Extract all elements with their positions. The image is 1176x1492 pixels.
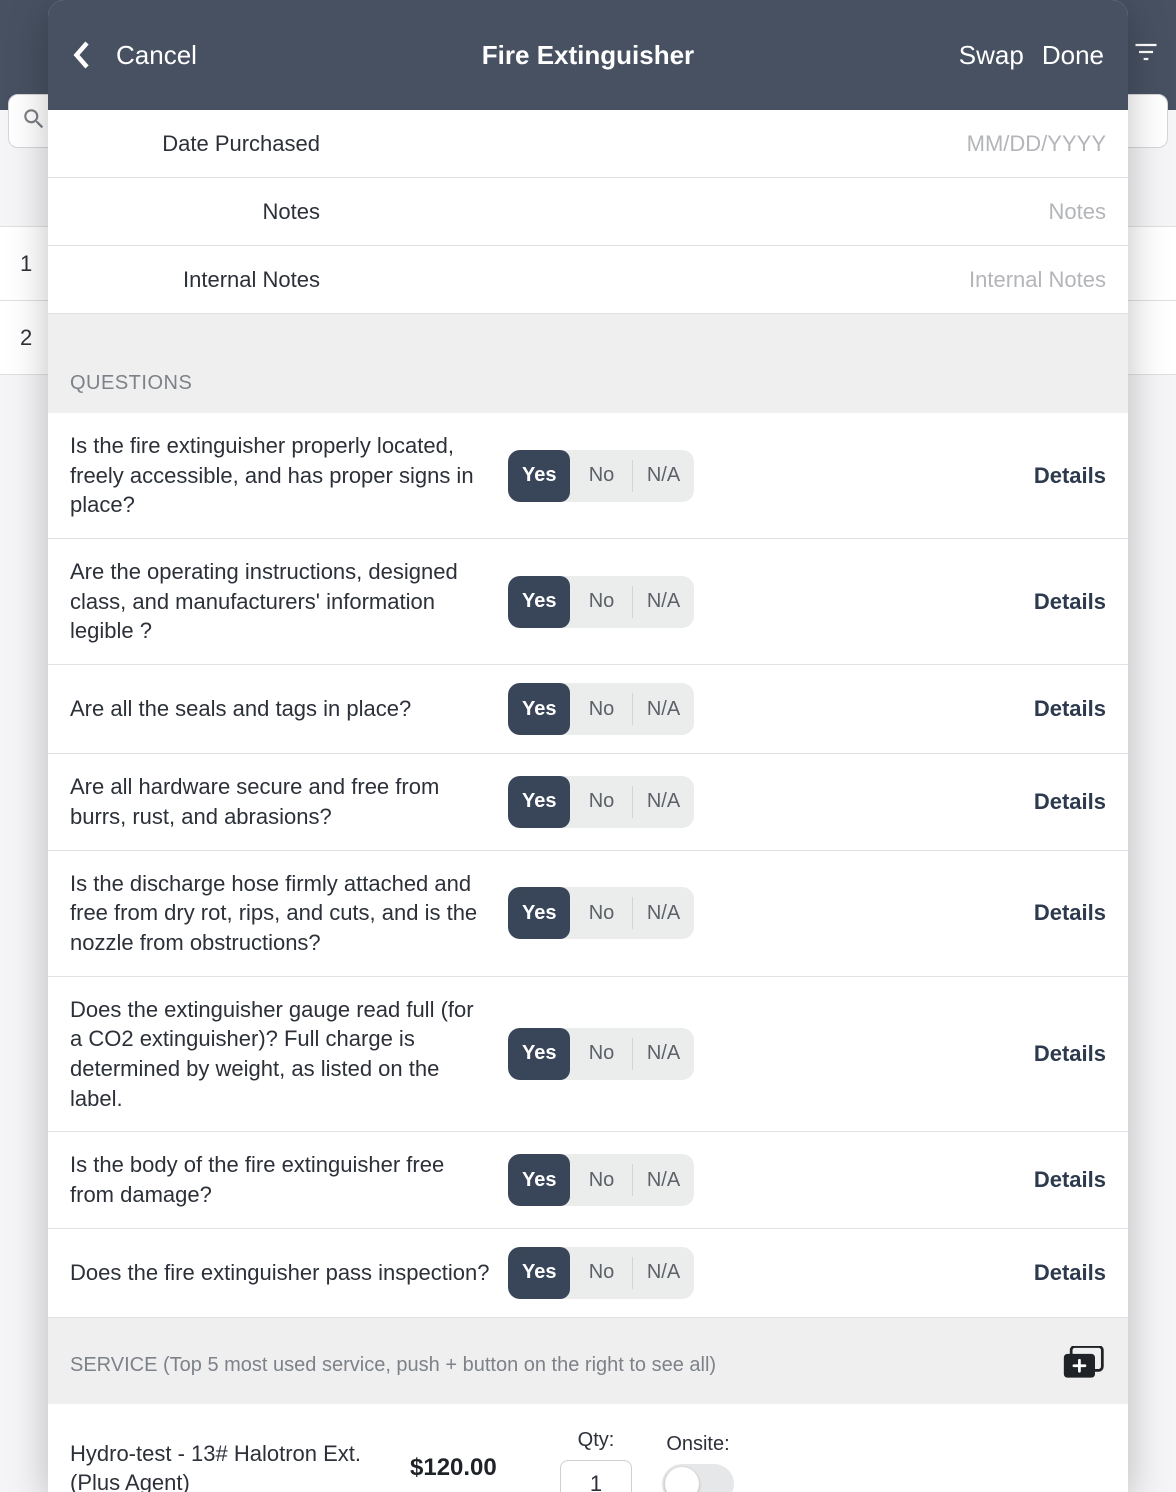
qty-input[interactable]	[560, 1460, 632, 1492]
add-service-button[interactable]	[1062, 1346, 1106, 1386]
details-button[interactable]: Details	[1034, 1260, 1106, 1286]
cancel-button[interactable]: Cancel	[116, 40, 197, 71]
service-header: SERVICE (Top 5 most used service, push +…	[70, 1354, 716, 1377]
question-text: Is the fire extinguisher properly locate…	[70, 431, 490, 520]
details-button[interactable]: Details	[1034, 463, 1106, 489]
answer-na[interactable]: N/A	[632, 450, 694, 502]
question-text: Does the extinguisher gauge read full (f…	[70, 995, 490, 1114]
answer-segment: YesNoN/A	[508, 1247, 694, 1299]
question-row: Are the operating instructions, designed…	[48, 539, 1128, 665]
field-placeholder: Internal Notes	[328, 267, 1106, 293]
answer-segment: YesNoN/A	[508, 1154, 694, 1206]
field-row[interactable]: NotesNotes	[48, 178, 1128, 246]
answer-segment: YesNoN/A	[508, 450, 694, 502]
field-label: Internal Notes	[48, 267, 328, 293]
service-price: $120.00	[410, 1454, 530, 1482]
answer-yes[interactable]: Yes	[508, 1247, 570, 1299]
modal-fire-extinguisher: Cancel Fire Extinguisher Swap Done Date …	[48, 0, 1128, 1492]
modal-header: Cancel Fire Extinguisher Swap Done	[48, 0, 1128, 110]
questions-list: Is the fire extinguisher properly locate…	[48, 413, 1128, 1318]
field-label: Date Purchased	[48, 131, 328, 157]
answer-segment: YesNoN/A	[508, 776, 694, 828]
answer-na[interactable]: N/A	[632, 576, 694, 628]
question-text: Is the body of the fire extinguisher fre…	[70, 1150, 490, 1209]
field-row[interactable]: Date PurchasedMM/DD/YYYY	[48, 110, 1128, 178]
answer-segment: YesNoN/A	[508, 683, 694, 735]
answer-segment: YesNoN/A	[508, 1028, 694, 1080]
answer-na[interactable]: N/A	[632, 683, 694, 735]
answer-yes[interactable]: Yes	[508, 776, 570, 828]
chevron-left-icon	[72, 40, 90, 70]
question-row: Does the extinguisher gauge read full (f…	[48, 977, 1128, 1133]
answer-no[interactable]: No	[570, 887, 632, 939]
question-row: Is the body of the fire extinguisher fre…	[48, 1132, 1128, 1228]
search-icon	[21, 106, 47, 137]
question-row: Are all hardware secure and free from bu…	[48, 754, 1128, 850]
details-button[interactable]: Details	[1034, 589, 1106, 615]
answer-na[interactable]: N/A	[632, 887, 694, 939]
answer-no[interactable]: No	[570, 576, 632, 628]
toggle-knob	[665, 1467, 699, 1492]
answer-segment: YesNoN/A	[508, 576, 694, 628]
answer-na[interactable]: N/A	[632, 1028, 694, 1080]
answer-no[interactable]: No	[570, 1247, 632, 1299]
answer-yes[interactable]: Yes	[508, 576, 570, 628]
question-text: Does the fire extinguisher pass inspecti…	[70, 1258, 490, 1288]
questions-header: QUESTIONS	[48, 314, 1128, 413]
details-button[interactable]: Details	[1034, 1041, 1106, 1067]
question-text: Are all the seals and tags in place?	[70, 694, 490, 724]
answer-no[interactable]: No	[570, 450, 632, 502]
field-row[interactable]: Internal NotesInternal Notes	[48, 246, 1128, 314]
service-header-row: SERVICE (Top 5 most used service, push +…	[48, 1318, 1128, 1404]
answer-no[interactable]: No	[570, 683, 632, 735]
onsite-label: Onsite:	[666, 1433, 729, 1456]
question-row: Are all the seals and tags in place?YesN…	[48, 665, 1128, 754]
answer-yes[interactable]: Yes	[508, 450, 570, 502]
modal-body: Date PurchasedMM/DD/YYYYNotesNotesIntern…	[48, 110, 1128, 1492]
done-button[interactable]: Done	[1042, 40, 1104, 71]
answer-yes[interactable]: Yes	[508, 1028, 570, 1080]
details-button[interactable]: Details	[1034, 900, 1106, 926]
field-label: Notes	[48, 199, 328, 225]
answer-na[interactable]: N/A	[632, 1247, 694, 1299]
field-placeholder: Notes	[328, 199, 1106, 225]
question-text: Is the discharge hose firmly attached an…	[70, 869, 490, 958]
question-text: Are the operating instructions, designed…	[70, 557, 490, 646]
answer-na[interactable]: N/A	[632, 1154, 694, 1206]
service-name: Hydro-test - 13# Halotron Ext. (Plus Age…	[70, 1439, 410, 1492]
answer-no[interactable]: No	[570, 776, 632, 828]
back-button[interactable]	[72, 40, 102, 70]
question-row: Is the fire extinguisher properly locate…	[48, 413, 1128, 539]
answer-no[interactable]: No	[570, 1154, 632, 1206]
service-list: Hydro-test - 13# Halotron Ext. (Plus Age…	[48, 1404, 1128, 1492]
answer-yes[interactable]: Yes	[508, 683, 570, 735]
details-button[interactable]: Details	[1034, 696, 1106, 722]
plus-card-icon	[1062, 1346, 1106, 1380]
question-row: Does the fire extinguisher pass inspecti…	[48, 1229, 1128, 1318]
onsite-toggle[interactable]	[662, 1464, 734, 1492]
answer-yes[interactable]: Yes	[508, 1154, 570, 1206]
answer-yes[interactable]: Yes	[508, 887, 570, 939]
service-row: Hydro-test - 13# Halotron Ext. (Plus Age…	[48, 1404, 1128, 1492]
answer-no[interactable]: No	[570, 1028, 632, 1080]
sort-icon	[1132, 38, 1160, 71]
qty-label: Qty:	[578, 1429, 615, 1452]
field-placeholder: MM/DD/YYYY	[328, 131, 1106, 157]
swap-button[interactable]: Swap	[959, 40, 1024, 71]
info-fields: Date PurchasedMM/DD/YYYYNotesNotesIntern…	[48, 110, 1128, 314]
details-button[interactable]: Details	[1034, 789, 1106, 815]
answer-segment: YesNoN/A	[508, 887, 694, 939]
answer-na[interactable]: N/A	[632, 776, 694, 828]
details-button[interactable]: Details	[1034, 1167, 1106, 1193]
question-row: Is the discharge hose firmly attached an…	[48, 851, 1128, 977]
question-text: Are all hardware secure and free from bu…	[70, 772, 490, 831]
